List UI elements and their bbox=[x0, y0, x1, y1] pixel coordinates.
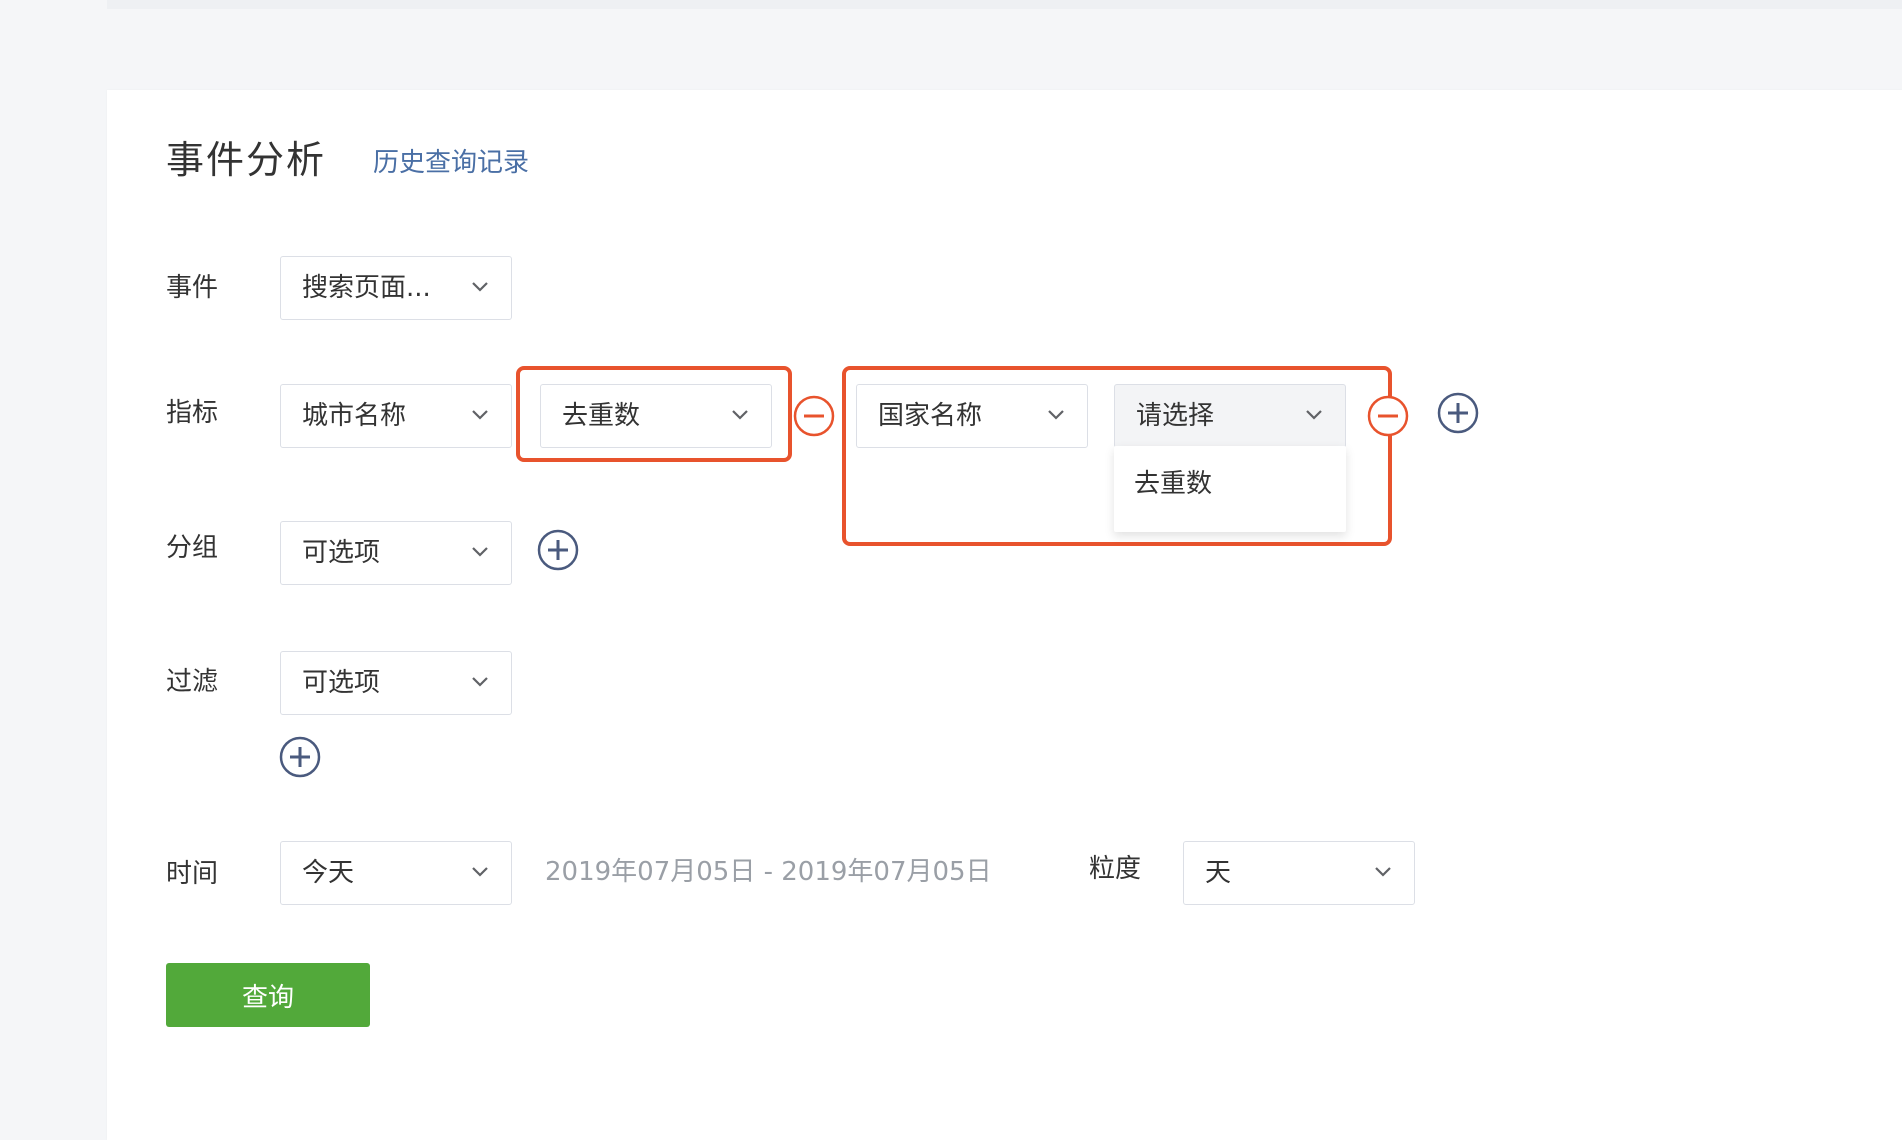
chevron-down-icon bbox=[472, 282, 488, 292]
add-filter-button[interactable] bbox=[279, 736, 321, 778]
granularity-label: 粒度 bbox=[1089, 854, 1142, 884]
add-group-button[interactable] bbox=[537, 529, 579, 571]
chevron-down-icon bbox=[472, 547, 488, 557]
metric-field-select-2[interactable]: 国家名称 bbox=[856, 384, 1088, 448]
metric-aggregation-value: 去重数 bbox=[562, 401, 641, 431]
group-select[interactable]: 可选项 bbox=[280, 521, 512, 585]
chevron-down-icon bbox=[732, 410, 748, 420]
page-title: 事件分析 bbox=[166, 138, 327, 182]
chevron-down-icon bbox=[1375, 867, 1391, 877]
chevron-down-icon bbox=[1306, 410, 1322, 420]
chevron-down-icon bbox=[472, 677, 488, 687]
add-metric-button[interactable] bbox=[1437, 392, 1479, 434]
chevron-down-icon bbox=[1048, 410, 1064, 420]
metric-label: 指标 bbox=[166, 398, 219, 428]
metric-aggregation-select[interactable]: 去重数 bbox=[540, 384, 772, 448]
event-select-value: 搜索页面... bbox=[302, 273, 431, 303]
group-label: 分组 bbox=[166, 533, 219, 563]
filter-select-value: 可选项 bbox=[302, 668, 381, 698]
filter-select[interactable]: 可选项 bbox=[280, 651, 512, 715]
time-label: 时间 bbox=[166, 859, 219, 889]
group-select-value: 可选项 bbox=[302, 538, 381, 568]
remove-metric-button[interactable] bbox=[793, 395, 835, 437]
filter-label: 过滤 bbox=[166, 667, 219, 697]
query-button[interactable]: 查询 bbox=[166, 963, 370, 1027]
event-label: 事件 bbox=[166, 273, 219, 303]
chevron-down-icon bbox=[472, 867, 488, 877]
time-select[interactable]: 今天 bbox=[280, 841, 512, 905]
date-range-text: 2019年07月05日 - 2019年07月05日 bbox=[545, 857, 992, 887]
top-bar bbox=[107, 0, 1902, 9]
event-select[interactable]: 搜索页面... bbox=[280, 256, 512, 320]
metric-field-value: 城市名称 bbox=[302, 401, 407, 431]
metric-aggregation-select-2[interactable]: 请选择 bbox=[1114, 384, 1346, 448]
granularity-select[interactable]: 天 bbox=[1183, 841, 1415, 905]
remove-metric-button-2[interactable] bbox=[1367, 395, 1409, 437]
granularity-select-value: 天 bbox=[1205, 858, 1232, 888]
time-select-value: 今天 bbox=[302, 858, 355, 888]
metric-field-select[interactable]: 城市名称 bbox=[280, 384, 512, 448]
metric-field-value-2: 国家名称 bbox=[878, 401, 983, 431]
history-query-link[interactable]: 历史查询记录 bbox=[373, 145, 529, 181]
metric-aggregation-value-2: 请选择 bbox=[1136, 401, 1215, 431]
dropdown-option-distinct[interactable]: 去重数 bbox=[1134, 466, 1212, 502]
chevron-down-icon bbox=[472, 410, 488, 420]
main-panel bbox=[107, 90, 1902, 1140]
aggregation-dropdown: 去重数 bbox=[1114, 446, 1346, 532]
